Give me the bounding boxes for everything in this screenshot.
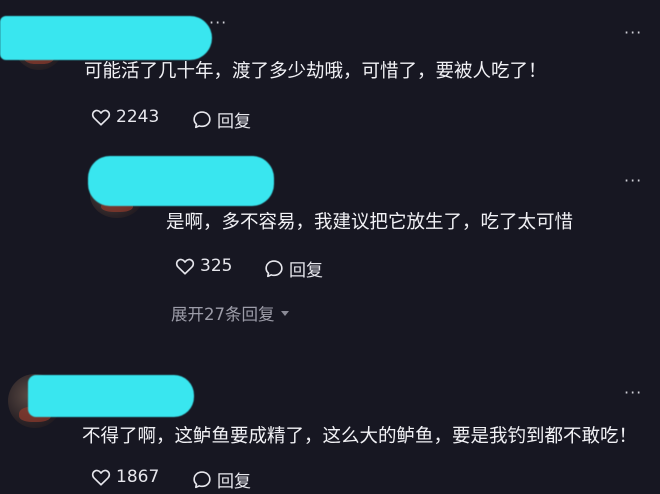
redacted-username bbox=[0, 16, 212, 60]
like-button[interactable]: 1867 bbox=[91, 467, 159, 487]
like-count: 2243 bbox=[116, 107, 160, 127]
like-count: 1867 bbox=[116, 467, 160, 487]
reply-button[interactable]: 回复 bbox=[192, 107, 251, 132]
expand-replies-label: 展开27条回复 bbox=[171, 305, 275, 324]
heart-icon bbox=[91, 109, 111, 126]
comment-text: 是啊，多不容易，我建议把它放生了，吃了太可惜 bbox=[166, 212, 574, 233]
reply-bubble-icon bbox=[193, 111, 211, 129]
caret-down-icon bbox=[280, 310, 289, 316]
redacted-username bbox=[28, 375, 194, 417]
comment-text: 不得了啊，这鲈鱼要成精了，这么大的鲈鱼，要是我钓到都不敢吃！ bbox=[82, 426, 638, 447]
heart-icon bbox=[175, 258, 195, 275]
heart-icon bbox=[91, 469, 111, 486]
like-button[interactable]: 325 bbox=[175, 256, 232, 276]
comment-text: 可能活了几十年，渡了多少劫哦，可惜了，要被人吃了！ bbox=[84, 61, 547, 82]
reply-bubble-icon bbox=[193, 471, 211, 489]
more-options-button-right[interactable]: ··· bbox=[624, 25, 642, 41]
reply-button[interactable]: 回复 bbox=[192, 467, 251, 492]
more-options-button[interactable]: ··· bbox=[209, 15, 227, 31]
expand-replies-button[interactable]: 展开27条回复 bbox=[171, 301, 289, 325]
more-options-button[interactable]: ··· bbox=[624, 385, 642, 401]
like-count: 325 bbox=[200, 256, 233, 276]
reply-label: 回复 bbox=[289, 261, 323, 281]
reply-button[interactable]: 回复 bbox=[264, 256, 323, 281]
reply-label: 回复 bbox=[217, 472, 251, 492]
reply-label: 回复 bbox=[217, 112, 251, 132]
like-button[interactable]: 2243 bbox=[91, 107, 159, 127]
redacted-username bbox=[88, 156, 274, 206]
more-options-button[interactable]: ··· bbox=[624, 173, 642, 189]
reply-bubble-icon bbox=[265, 260, 283, 278]
